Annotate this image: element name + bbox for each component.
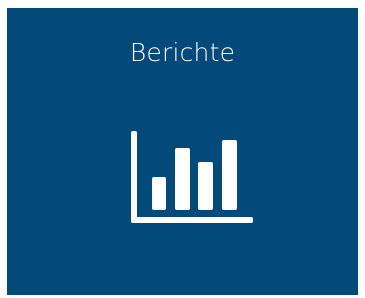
- reports-tile[interactable]: Berichte: [7, 8, 358, 295]
- reports-tile-label: Berichte: [129, 38, 236, 67]
- bar-chart-icon: [131, 131, 253, 223]
